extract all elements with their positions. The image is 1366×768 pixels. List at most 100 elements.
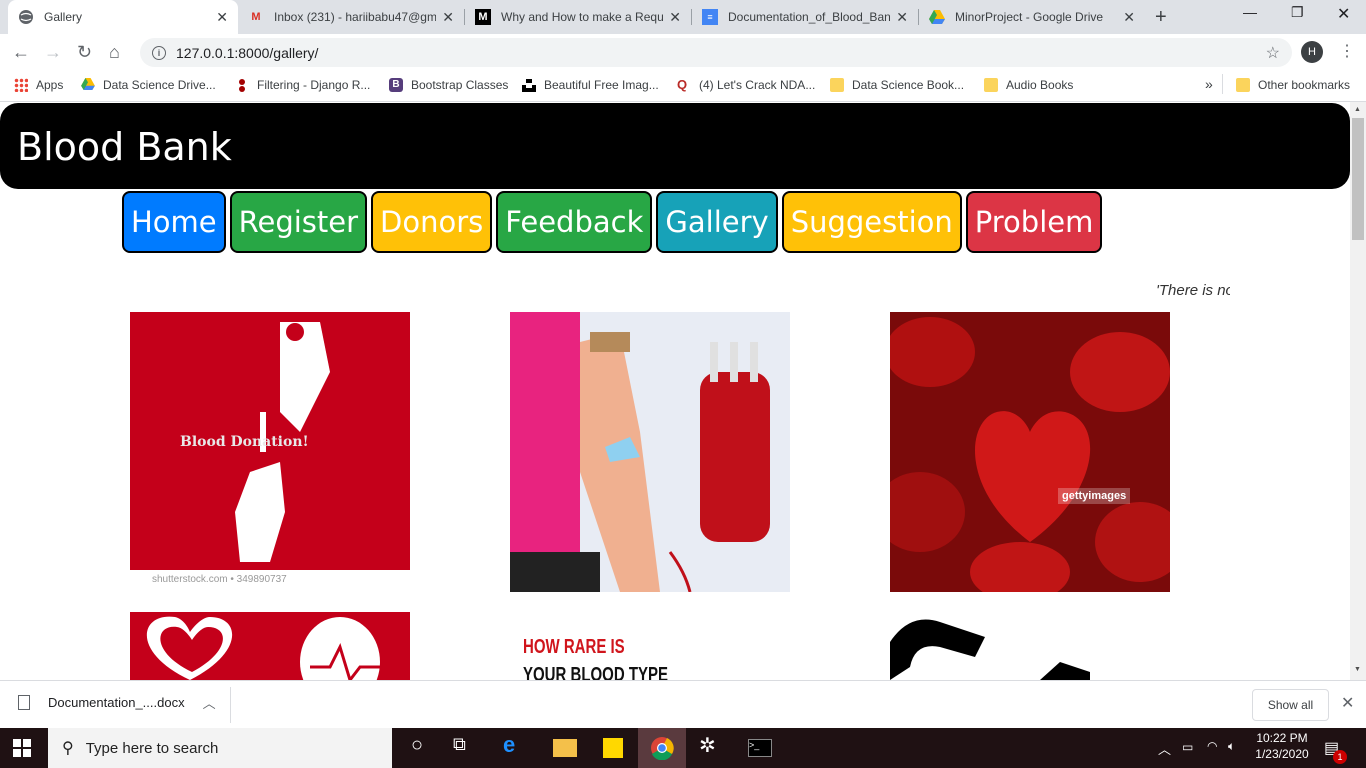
show-all-button[interactable]: Show all: [1252, 689, 1329, 721]
info-icon[interactable]: i: [152, 45, 166, 60]
tab-medium[interactable]: M Why and How to make a Requ ✕: [465, 0, 691, 34]
tab-strip: Gallery ✕ M Inbox (231) - hariibabu47@gm…: [0, 0, 1366, 34]
tab-gallery[interactable]: Gallery ✕: [8, 0, 238, 34]
quora-icon: Q: [677, 77, 688, 92]
browser-toolbar: ← → ↻ ⌂ i 127.0.0.1:8000/gallery/ ☆ H ⋮: [0, 34, 1366, 72]
bookmark-item[interactable]: Q (4) Let's Crack NDA...: [677, 77, 815, 93]
django-icon: [235, 78, 249, 92]
chrome-icon: [651, 737, 674, 760]
nav-donors-button[interactable]: Donors: [371, 191, 493, 253]
sticky-notes-icon[interactable]: [603, 738, 623, 758]
site-header: Blood Bank: [0, 103, 1350, 189]
tab-drive[interactable]: MinorProject - Google Drive ✕: [919, 0, 1145, 34]
image-watermark: gettyimages: [1058, 488, 1131, 504]
search-icon: ⚲: [62, 740, 74, 757]
tab-title: Gallery: [44, 10, 83, 24]
notification-badge: 1: [1333, 750, 1347, 764]
battery-icon[interactable]: ▭: [1182, 740, 1193, 754]
image-caption: Blood Donation!: [180, 434, 309, 450]
back-arrow-icon[interactable]: ←: [12, 42, 30, 63]
download-item[interactable]: Documentation_....docx ︿: [18, 693, 216, 712]
close-icon[interactable]: ✕: [1123, 9, 1135, 26]
minimize-button[interactable]: —: [1243, 4, 1257, 20]
bookmark-folder[interactable]: Audio Books: [984, 78, 1073, 92]
forward-arrow-icon[interactable]: →: [44, 42, 62, 63]
bookmarks-bar: Apps Data Science Drive... Filtering - D…: [0, 72, 1366, 102]
globe-icon: [18, 9, 34, 25]
scroll-up-icon[interactable]: ▲: [1354, 106, 1361, 113]
clock-time: 10:22 PM: [1256, 731, 1308, 745]
tab-title: MinorProject - Google Drive: [955, 10, 1104, 24]
bookmark-folder[interactable]: Data Science Book...: [830, 78, 964, 92]
chrome-taskbar-button[interactable]: [638, 728, 686, 768]
bookmark-star-icon[interactable]: ☆: [1266, 43, 1280, 63]
image-text-line-2: YOUR BLOOD TYPE: [523, 664, 669, 680]
file-explorer-icon[interactable]: [553, 739, 577, 757]
scrollbar-thumb[interactable]: [1352, 118, 1364, 240]
nav-suggestion-button[interactable]: Suggestion: [781, 191, 962, 253]
close-icon[interactable]: ✕: [896, 9, 908, 26]
page-content: Blood Bank Home Register Donors Feedback…: [0, 102, 1350, 680]
folder-icon: [984, 78, 998, 92]
image-text-line-1: HOW RARE IS: [523, 636, 625, 658]
bookmark-item[interactable]: Beautiful Free Imag...: [522, 78, 659, 92]
avatar[interactable]: H: [1301, 41, 1323, 63]
drive-icon: [81, 78, 95, 92]
gallery-image-pictogram: [890, 612, 1170, 680]
volume-icon[interactable]: 🔈︎: [1228, 739, 1235, 754]
site-title: Blood Bank: [17, 125, 232, 169]
nav-register-button[interactable]: Register: [229, 191, 368, 253]
bootstrap-icon: B: [389, 78, 403, 92]
document-icon: [18, 695, 30, 710]
scroll-down-icon[interactable]: ▼: [1354, 666, 1361, 673]
close-icon[interactable]: ✕: [1341, 693, 1354, 713]
image-watermark: shutterstock.com • 349890737: [152, 574, 287, 585]
other-bookmarks-folder[interactable]: Other bookmarks: [1236, 78, 1350, 92]
edge-icon[interactable]: e: [503, 732, 527, 757]
bookmark-item[interactable]: B Bootstrap Classes: [389, 78, 508, 92]
bookmarks-overflow-button[interactable]: »: [1205, 76, 1213, 92]
tab-title: Inbox (231) - hariibabu47@gm: [274, 10, 437, 24]
nav-gallery-button[interactable]: Gallery: [656, 191, 778, 253]
nav-home-button[interactable]: Home: [122, 191, 226, 253]
bookmark-item[interactable]: Data Science Drive...: [81, 78, 216, 92]
windows-start-icon[interactable]: [13, 739, 31, 757]
nav-problem-button[interactable]: Problem: [965, 191, 1103, 253]
restore-button[interactable]: ❐: [1291, 4, 1304, 21]
gallery-image-arm-blood-bag: [510, 312, 790, 592]
url-text: 127.0.0.1:8000/gallery/: [176, 44, 319, 61]
bookmark-item[interactable]: Filtering - Django R...: [235, 78, 370, 92]
terminal-icon[interactable]: >_: [748, 739, 772, 757]
home-icon[interactable]: ⌂: [109, 42, 120, 63]
download-divider: [230, 687, 231, 723]
taskbar-search-box[interactable]: ⚲ Type here to search: [48, 728, 392, 768]
nav-feedback-button[interactable]: Feedback: [496, 191, 653, 253]
chevron-up-icon[interactable]: ︿: [1158, 739, 1171, 758]
unsplash-icon: [522, 78, 536, 92]
windows-taskbar: ⚲ Type here to search ○ ⧉ e ✲ >_ ︿ ▭ ◠ 🔈…: [0, 728, 1366, 768]
wifi-icon[interactable]: ◠: [1207, 739, 1217, 753]
network-app-icon[interactable]: ✲: [699, 733, 723, 757]
tab-docs[interactable]: ≡ Documentation_of_Blood_Bank ✕: [692, 0, 918, 34]
bookmark-apps[interactable]: Apps: [14, 78, 63, 92]
reload-icon[interactable]: ↻: [77, 42, 92, 63]
address-bar[interactable]: i 127.0.0.1:8000/gallery/ ☆: [140, 38, 1292, 67]
chevron-up-icon[interactable]: ︿: [203, 693, 216, 712]
drive-icon: [929, 9, 945, 25]
gallery-image-rare-blood-type: HOW RARE IS YOUR BLOOD TYPE: [510, 612, 790, 680]
new-tab-button[interactable]: +: [1155, 6, 1167, 29]
window-close-button[interactable]: ✕: [1337, 4, 1350, 24]
menu-icon[interactable]: ⋮: [1339, 41, 1355, 61]
page-scrollbar[interactable]: ▲ ▼: [1350, 102, 1366, 680]
folder-icon: [830, 78, 844, 92]
clock-date: 1/23/2020: [1255, 747, 1309, 761]
tab-gmail[interactable]: M Inbox (231) - hariibabu47@gm ✕: [238, 0, 464, 34]
task-view-icon[interactable]: ⧉: [453, 734, 477, 758]
close-icon[interactable]: ✕: [669, 9, 681, 26]
close-icon[interactable]: ✕: [216, 9, 228, 26]
tab-title: Why and How to make a Requ: [501, 10, 664, 24]
cortana-icon[interactable]: ○: [405, 734, 429, 758]
apps-grid-icon: [14, 78, 28, 92]
taskbar-clock[interactable]: 10:22 PM 1/23/2020: [1254, 731, 1310, 761]
close-icon[interactable]: ✕: [442, 9, 454, 26]
